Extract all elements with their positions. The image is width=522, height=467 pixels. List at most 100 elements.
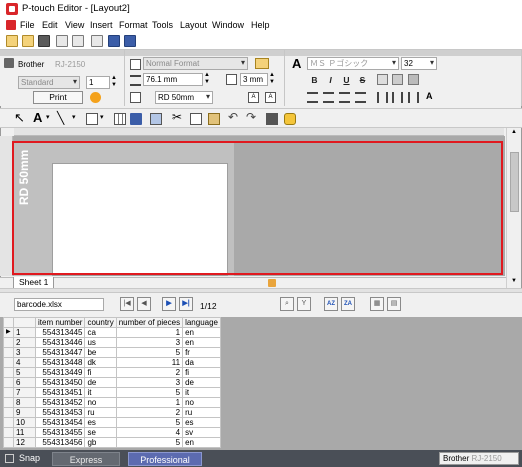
sort-descending-icon[interactable]: ZA — [341, 297, 355, 311]
cell-country[interactable]: de — [84, 377, 117, 388]
cell-language[interactable]: da — [182, 357, 221, 368]
text-direction-icon[interactable]: A — [426, 91, 433, 101]
text-tool-icon[interactable]: A — [33, 110, 42, 125]
cell-language[interactable]: en — [182, 337, 221, 348]
row-selector[interactable] — [3, 417, 14, 428]
length-input[interactable]: 76.1 mm — [143, 73, 203, 86]
menu-layout[interactable]: Layout — [180, 20, 207, 30]
menu-format[interactable]: Format — [119, 20, 148, 30]
cell-country[interactable]: be — [84, 347, 117, 358]
sort-ascending-icon[interactable]: AZ — [324, 297, 338, 311]
fit-text-icon[interactable]: A — [265, 92, 276, 103]
cell-item-number[interactable]: 554313451 — [34, 387, 86, 398]
cell-item-number[interactable]: 554313456 — [34, 437, 86, 448]
menu-tools[interactable]: Tools — [152, 20, 173, 30]
document-icon[interactable] — [6, 20, 16, 30]
mode-tab-express[interactable]: Express — [52, 452, 120, 466]
cell-number-of-pieces[interactable]: 3 — [115, 377, 184, 388]
format-select[interactable]: Normal Format — [143, 57, 248, 70]
undo-icon[interactable]: ↶ — [228, 110, 238, 124]
vertical-top-icon[interactable] — [377, 92, 388, 103]
cell-item-number[interactable]: 554313447 — [34, 347, 86, 358]
next-record-icon[interactable]: ▶ — [162, 297, 176, 311]
select-tool-icon[interactable]: ↖ — [14, 110, 25, 126]
media-select[interactable]: RD 50mm — [155, 91, 213, 104]
menu-file[interactable]: File — [20, 20, 35, 30]
cell-language[interactable]: it — [182, 387, 221, 398]
table-tool-icon[interactable] — [114, 113, 126, 125]
cell-country[interactable]: gb — [84, 437, 117, 448]
previous-record-icon[interactable]: ◀ — [137, 297, 151, 311]
cut-icon[interactable]: ✂ — [172, 110, 182, 124]
length-stepper[interactable]: ▲ ▼ — [204, 72, 210, 86]
cell-number-of-pieces[interactable]: 2 — [115, 367, 184, 378]
italic-button[interactable]: I — [325, 74, 336, 86]
preview-icon[interactable] — [72, 35, 84, 47]
save-icon[interactable] — [38, 35, 50, 47]
properties-icon[interactable] — [284, 113, 296, 125]
font-size-select[interactable]: 32 — [401, 57, 437, 70]
table-row[interactable]: 7 554313451 it 5 it — [3, 387, 221, 398]
row-selector[interactable] — [3, 437, 14, 448]
vertical-scrollbar[interactable]: ▲ ▼ — [506, 128, 521, 288]
filter-icon[interactable]: Y — [297, 297, 311, 311]
margin-stepper[interactable]: ▲ ▼ — [269, 72, 275, 86]
row-selector[interactable] — [3, 407, 14, 418]
database-connect-icon[interactable] — [108, 35, 120, 47]
new-icon[interactable] — [6, 35, 18, 47]
scroll-down-icon[interactable]: ▼ — [511, 278, 517, 284]
table-row[interactable]: 9 554313453 ru 2 ru — [3, 407, 221, 418]
row-selector[interactable] — [3, 357, 14, 368]
table-row[interactable]: 6 554313450 de 3 de — [3, 377, 221, 388]
snap-icon[interactable] — [5, 454, 14, 463]
cell-number-of-pieces[interactable]: 1 — [115, 327, 184, 338]
cell-language[interactable]: es — [182, 417, 221, 428]
menu-insert[interactable]: Insert — [90, 20, 113, 30]
cell-language[interactable]: no — [182, 397, 221, 408]
copy-icon[interactable] — [190, 113, 202, 125]
cell-country[interactable]: ru — [84, 407, 117, 418]
table-row[interactable]: 5 554313449 fi 2 fi — [3, 367, 221, 378]
cell-country[interactable]: es — [84, 417, 117, 428]
align-center-icon[interactable] — [323, 92, 334, 103]
table-row[interactable]: 3 554313447 be 5 fr — [3, 347, 221, 358]
cell-language[interactable]: ru — [182, 407, 221, 418]
scroll-up-icon[interactable]: ▲ — [511, 129, 517, 135]
cell-language[interactable]: fi — [182, 367, 221, 378]
row-selector[interactable]: ▶ — [3, 327, 14, 338]
cell-language[interactable]: en — [182, 437, 221, 448]
cell-number-of-pieces[interactable]: 2 — [115, 407, 184, 418]
auto-fit-icon[interactable]: A — [248, 92, 259, 103]
text-tool-dropdown-icon[interactable]: ▾ — [46, 113, 50, 121]
align-left-icon[interactable] — [307, 92, 318, 103]
cell-number-of-pieces[interactable]: 4 — [115, 427, 184, 438]
table-row[interactable]: 2 554313446 us 3 en — [3, 337, 221, 348]
printer-settings-icon[interactable] — [90, 92, 101, 103]
strikethrough-button[interactable]: S — [357, 74, 368, 86]
row-selector[interactable] — [3, 347, 14, 358]
cell-number-of-pieces[interactable]: 1 — [115, 397, 184, 408]
row-selector[interactable] — [3, 367, 14, 378]
paste-icon[interactable] — [208, 113, 220, 125]
menu-edit[interactable]: Edit — [42, 20, 58, 30]
column-header-country[interactable]: country — [84, 317, 117, 328]
cell-item-number[interactable]: 554313446 — [34, 337, 86, 348]
grid-view-icon[interactable]: ▦ — [370, 297, 384, 311]
open-icon[interactable] — [22, 35, 34, 47]
snap-toggle[interactable]: Snap — [19, 453, 40, 463]
vertical-middle-icon[interactable] — [392, 92, 403, 103]
redo-icon[interactable]: ↷ — [246, 110, 256, 124]
copies-input[interactable]: 1 — [86, 76, 110, 89]
font-select[interactable]: ＭＳ Ｐゴシック — [307, 57, 399, 70]
margin-input[interactable]: 3 mm — [240, 73, 268, 86]
table-row[interactable]: 10 554313454 es 5 es — [3, 417, 221, 428]
print-icon[interactable] — [56, 35, 68, 47]
table-row[interactable]: ▶ 1 554313445 ca 1 en — [3, 327, 221, 338]
orientation-icon[interactable] — [130, 92, 141, 103]
cell-number-of-pieces[interactable]: 5 — [115, 347, 184, 358]
copies-stepper[interactable]: ▲ ▼ — [111, 75, 117, 89]
transfer-icon[interactable] — [91, 35, 103, 47]
cell-language[interactable]: fr — [182, 347, 221, 358]
cell-country[interactable]: us — [84, 337, 117, 348]
cell-item-number[interactable]: 554313445 — [34, 327, 86, 338]
